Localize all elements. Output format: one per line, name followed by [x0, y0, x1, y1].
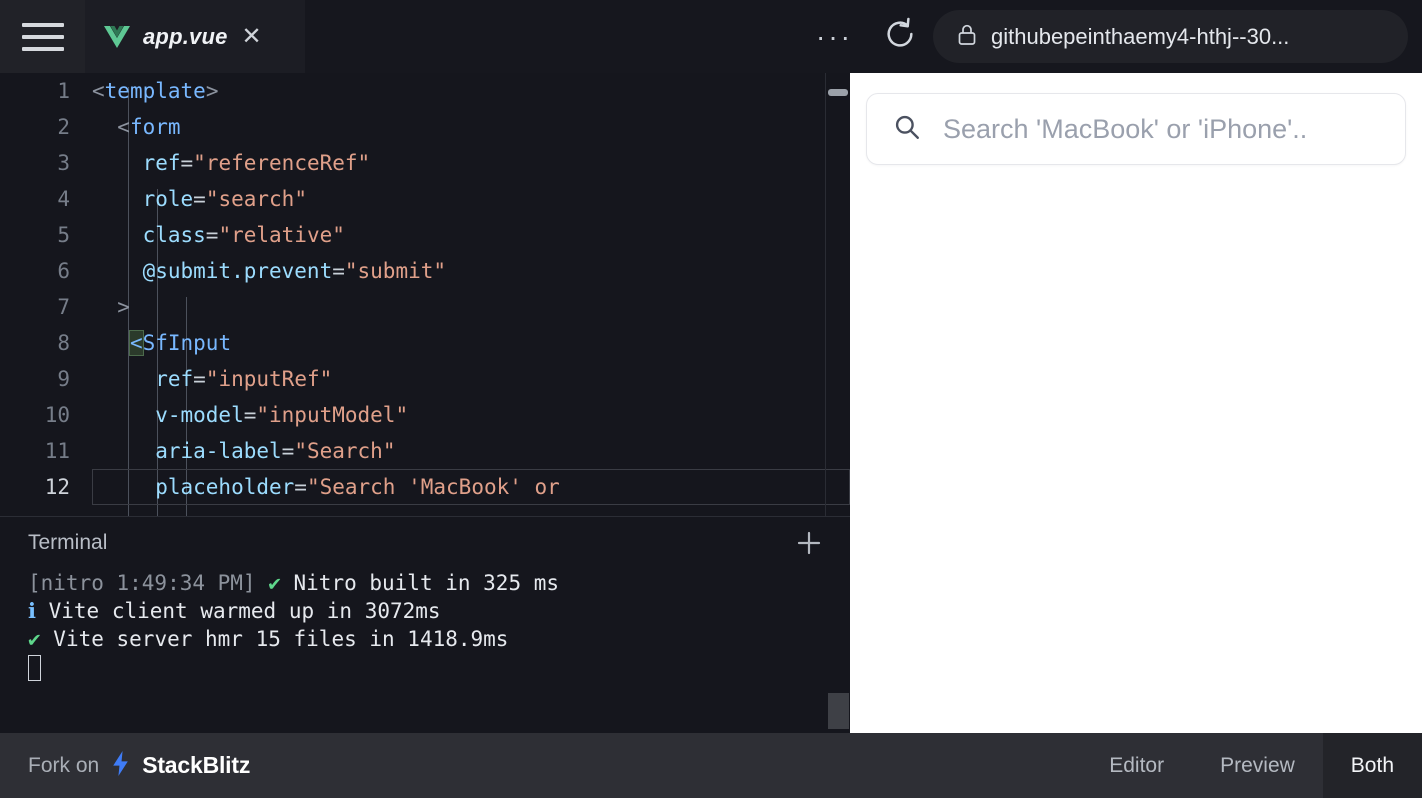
terminal-line: ℹ Vite client warmed up in 3072ms [28, 599, 441, 623]
code-text: v-model="inputModel" [92, 403, 409, 427]
lightning-bolt-icon [111, 750, 130, 782]
code-text: role="search" [92, 187, 307, 211]
line-number: 5 [57, 223, 70, 247]
fork-on-stackblitz-link[interactable]: Fork on StackBlitz [0, 733, 250, 798]
line-number: 7 [57, 295, 70, 319]
reload-button[interactable] [867, 0, 933, 73]
line-number: 9 [57, 367, 70, 391]
left-pane: 1 <template> 2 <form 3 ref="referenceRef" 4 … [0, 73, 850, 733]
code-text: @submit.prevent="submit" [92, 259, 447, 283]
top-bar: app.vue ✕ ··· githubepeinthaemy4-hthj--3… [0, 0, 1422, 73]
terminal-cursor [28, 655, 41, 681]
code-text: <SfInput [128, 330, 232, 356]
stackblitz-app-window: app.vue ✕ ··· githubepeinthaemy4-hthj--3… [0, 0, 1422, 798]
editor-tab-app-vue[interactable]: app.vue ✕ [85, 0, 305, 73]
code-line[interactable]: 1 <template> [0, 73, 850, 109]
code-text: ref="inputRef" [92, 367, 333, 391]
terminal-output[interactable]: [nitro 1:49:34 PM] ✔ Nitro built in 325 … [0, 569, 850, 733]
search-placeholder-text: Search 'MacBook' or 'iPhone'.. [943, 113, 1308, 144]
code-text: placeholder="Search 'MacBook' or [92, 475, 560, 499]
status-bar: Fork on StackBlitz Editor Preview Both [0, 733, 1422, 798]
line-number: 8 [57, 331, 70, 355]
line-number: 4 [57, 187, 70, 211]
editor-scrollbar[interactable] [826, 73, 850, 516]
hamburger-menu-button[interactable] [0, 0, 85, 73]
line-number: 6 [57, 259, 70, 283]
code-text: aria-label="Search" [92, 439, 396, 463]
line-number: 2 [57, 115, 70, 139]
fork-prefix-label: Fork on [28, 753, 100, 777]
view-tab-both[interactable]: Both [1322, 733, 1422, 798]
terminal-line: ✔ Vite server hmr 15 files in 1418.9ms [28, 627, 509, 651]
plus-icon[interactable] [792, 526, 826, 560]
code-line[interactable]: 5 class="relative" [0, 217, 850, 253]
url-bar[interactable]: githubepeinthaemy4-hthj--30... [933, 10, 1408, 63]
code-line[interactable]: 10 v-model="inputModel" [0, 397, 850, 433]
vue-logo-icon [103, 25, 131, 49]
terminal-prompt-line [28, 653, 850, 681]
close-icon[interactable]: ✕ [242, 24, 262, 49]
code-lines: 1 <template> 2 <form 3 ref="referenceRef" 4 … [0, 73, 850, 505]
code-line[interactable]: 6 @submit.prevent="submit" [0, 253, 850, 289]
code-line[interactable]: 2 <form [0, 109, 850, 145]
terminal-panel: Terminal [nitro 1:49:34 PM] ✔ Nitro buil… [0, 516, 850, 733]
url-text: githubepeinthaemy4-hthj--30... [991, 23, 1290, 49]
code-line[interactable]: 8 <SfInput [0, 325, 850, 361]
terminal-line: [nitro 1:49:34 PM] ✔ Nitro built in 325 … [28, 571, 560, 595]
stackblitz-brand-label: StackBlitz [142, 752, 251, 778]
line-number: 3 [57, 151, 70, 175]
search-input[interactable]: Search 'MacBook' or 'iPhone'.. [866, 93, 1406, 165]
terminal-scrollbar-thumb[interactable] [828, 693, 849, 729]
code-text: <template> [92, 79, 219, 103]
terminal-title: Terminal [28, 531, 108, 554]
code-text: class="relative" [92, 223, 345, 247]
code-text: <form [92, 115, 181, 139]
code-line[interactable]: 12 placeholder="Search 'MacBook' or [0, 469, 850, 505]
code-line[interactable]: 11 aria-label="Search" [0, 433, 850, 469]
line-number: 1 [57, 79, 70, 103]
editor-tab-label: app.vue [143, 23, 228, 49]
terminal-header: Terminal [0, 517, 850, 569]
reload-icon [883, 17, 917, 56]
terminal-scrollbar[interactable] [826, 569, 850, 733]
code-line[interactable]: 4 role="search" [0, 181, 850, 217]
view-mode-tabs: Editor Preview Both [1081, 733, 1422, 798]
line-number: 10 [44, 403, 70, 427]
code-line[interactable]: 7 > [0, 289, 850, 325]
code-text: > [92, 295, 130, 319]
preview-pane: Search 'MacBook' or 'iPhone'.. [850, 73, 1422, 733]
main-body: 1 <template> 2 <form 3 ref="referenceRef" 4 … [0, 73, 1422, 733]
editor-scrollbar-thumb[interactable] [828, 89, 848, 96]
line-number: 12 [44, 475, 70, 499]
ellipsis-icon[interactable]: ··· [802, 0, 867, 73]
code-line[interactable]: 9 ref="inputRef" [0, 361, 850, 397]
code-line[interactable]: 3 ref="referenceRef" [0, 145, 850, 181]
view-tab-editor[interactable]: Editor [1081, 733, 1192, 798]
hamburger-icon [21, 22, 64, 51]
code-editor[interactable]: 1 <template> 2 <form 3 ref="referenceRef" 4 … [0, 73, 850, 516]
code-text: ref="referenceRef" [92, 151, 371, 175]
lock-icon [957, 23, 977, 51]
line-number: 11 [44, 439, 70, 463]
search-icon [893, 113, 921, 146]
view-tab-preview[interactable]: Preview [1192, 733, 1323, 798]
